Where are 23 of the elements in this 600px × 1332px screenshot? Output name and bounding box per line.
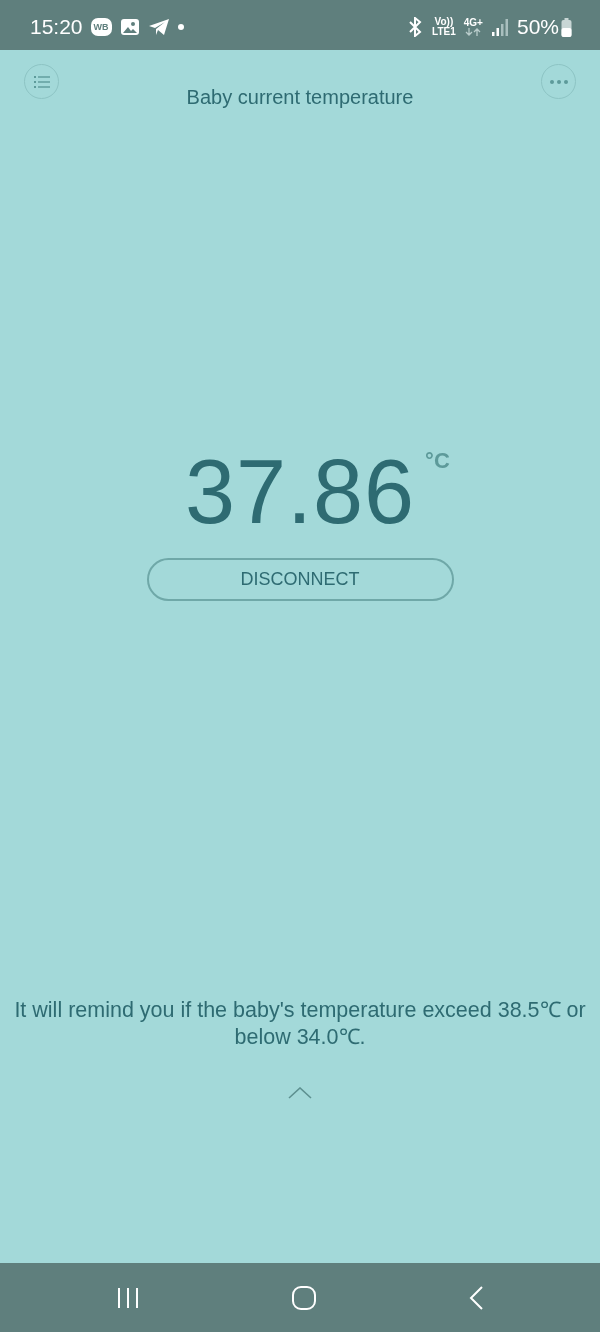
- screen-title: Baby current temperature: [186, 86, 414, 109]
- paper-plane-icon: [147, 18, 170, 36]
- more-dots-icon: [549, 79, 568, 84]
- signal-icon: [490, 18, 509, 36]
- list-icon: [33, 75, 50, 88]
- recent-apps-icon[interactable]: [116, 1287, 139, 1308]
- reminder-text: It will remind you if the baby's temperature exceed 38.5℃ or below 34.0℃.: [13, 997, 587, 1051]
- battery-percent: 50%: [516, 15, 559, 39]
- temperature-unit: °C: [425, 448, 450, 474]
- chevron-up-icon[interactable]: [288, 1087, 312, 1099]
- back-icon[interactable]: [469, 1285, 484, 1310]
- home-icon[interactable]: [292, 1285, 316, 1310]
- network-label: 4G+: [463, 18, 483, 28]
- gallery-icon: [119, 18, 140, 36]
- app-badge-icon: WB: [90, 18, 112, 36]
- dot-icon: [177, 24, 184, 30]
- lte-label: LTE1: [432, 27, 456, 37]
- battery-icon: [561, 17, 572, 37]
- volte-label: Vo)): [434, 17, 454, 27]
- temperature-value: 37.86: [184, 444, 416, 540]
- disconnect-button[interactable]: DISCONNECT: [146, 558, 454, 601]
- clock-time: 15:20: [30, 15, 83, 39]
- data-arrows-icon: [465, 28, 482, 36]
